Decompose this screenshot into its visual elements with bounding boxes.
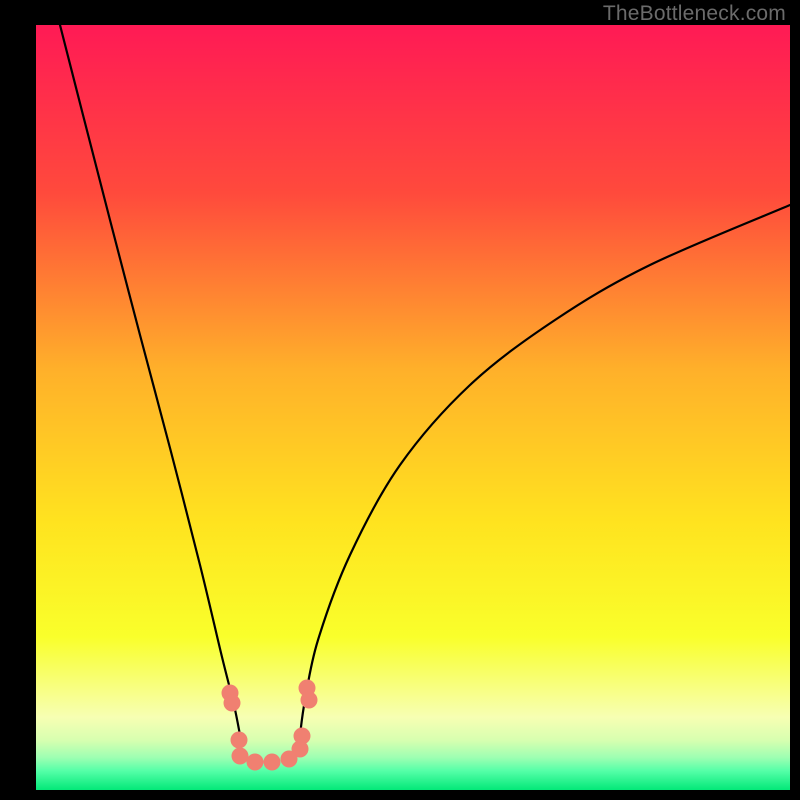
data-marker: [224, 695, 241, 712]
data-marker: [232, 748, 249, 765]
data-marker: [247, 754, 264, 771]
data-marker: [294, 728, 311, 745]
data-marker: [301, 692, 318, 709]
data-marker: [231, 732, 248, 749]
watermark-text: TheBottleneck.com: [603, 2, 786, 26]
bottleneck-plot: [0, 0, 800, 800]
data-marker: [264, 754, 281, 771]
chart-stage: TheBottleneck.com: [0, 0, 800, 800]
plot-background: [36, 25, 790, 790]
